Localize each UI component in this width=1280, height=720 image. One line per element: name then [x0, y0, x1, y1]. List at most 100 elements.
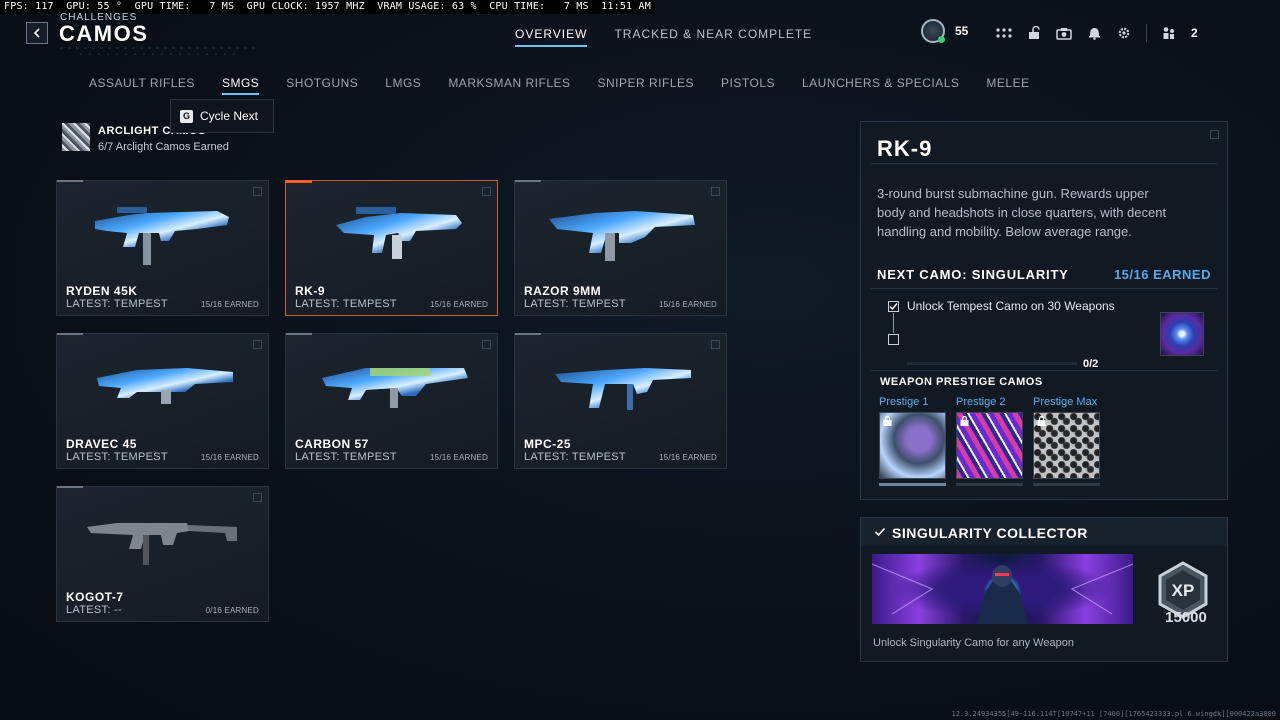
chevron-left-icon	[33, 28, 40, 38]
camera-icon[interactable]	[1056, 25, 1072, 41]
prestige-2-camo[interactable]: Prestige 2	[956, 396, 1023, 486]
weapon-latest-camo: LATEST: --	[66, 604, 122, 616]
weapon-earned-count: 15/16 EARNED	[430, 453, 488, 462]
weapon-earned-count: 15/16 EARNED	[659, 453, 717, 462]
tab-overview[interactable]: OVERVIEW	[515, 27, 588, 47]
tooltip-label: Cycle Next	[200, 109, 259, 123]
lock-icon	[960, 416, 969, 426]
prestige-bar	[1033, 483, 1100, 486]
tab-assault-rifles[interactable]: ASSAULT RIFLES	[89, 76, 195, 95]
requirement-progress-bar	[907, 362, 1077, 365]
requirement-progress: 0/2	[1083, 358, 1099, 370]
next-camo-label: NEXT CAMO: SINGULARITY	[877, 267, 1069, 282]
card-corner-marker	[253, 340, 262, 349]
divider	[871, 370, 1217, 371]
player-level: 55	[955, 24, 969, 38]
smg-image	[322, 368, 468, 408]
weapon-latest-camo: LATEST: TEMPEST	[295, 451, 397, 463]
prestige-max-camo[interactable]: Prestige Max	[1033, 396, 1100, 486]
tab-melee[interactable]: MELEE	[986, 76, 1029, 95]
weapon-name: RK-9	[295, 284, 326, 298]
requirement-checkbox-empty	[888, 334, 899, 345]
party-icon[interactable]	[1161, 25, 1177, 41]
arclight-camo-thumbnail	[62, 123, 90, 151]
prestige-bar	[956, 483, 1023, 486]
smg-image	[95, 207, 229, 265]
tab-shotguns[interactable]: SHOTGUNS	[286, 76, 358, 95]
weapon-earned-count: 0/16 EARNED	[205, 606, 259, 615]
weapon-latest-camo: LATEST: TEMPEST	[295, 298, 397, 310]
tab-smgs[interactable]: SMGS	[221, 76, 260, 95]
party-count: 2	[1191, 26, 1198, 40]
weapon-card-rk-9[interactable]: RK-9 LATEST: TEMPEST 15/16 EARNED	[285, 180, 498, 316]
requirement-checkbox-checked	[888, 301, 899, 312]
weapon-name: CARBON 57	[295, 437, 369, 451]
category-tabs: ASSAULT RIFLES SMGS SHOTGUNS LMGS MARKSM…	[89, 76, 1030, 95]
weapon-name: KOGOT-7	[66, 590, 124, 604]
smg-image	[549, 211, 695, 261]
panel-corner-marker	[1210, 130, 1219, 139]
weapon-latest-camo: LATEST: TEMPEST	[524, 451, 626, 463]
avatar[interactable]	[921, 19, 945, 43]
requirement-text: Unlock Tempest Camo on 30 Weapons	[907, 299, 1115, 313]
card-corner-marker	[482, 340, 491, 349]
weapon-card-kogot-7[interactable]: KOGOT-7 LATEST: -- 0/16 EARNED	[56, 486, 269, 622]
player-info[interactable]: 55	[921, 19, 968, 43]
weapon-name: MPC-25	[524, 437, 572, 451]
tab-pistols[interactable]: PISTOLS	[721, 76, 775, 95]
prestige-1-camo[interactable]: Prestige 1	[879, 396, 946, 486]
check-icon	[889, 303, 898, 311]
key-prompt: G	[180, 109, 193, 123]
weapon-detail-panel: RK-9 3-round burst submachine gun. Rewar…	[860, 121, 1228, 500]
weapon-earned-count: 15/16 EARNED	[201, 300, 259, 309]
prestige-camo-image	[956, 412, 1023, 479]
top-tabs: OVERVIEW TRACKED & NEAR COMPLETE	[515, 27, 812, 47]
gear-icon[interactable]	[1116, 25, 1132, 41]
smg-image	[555, 368, 691, 410]
lock-icon	[1037, 416, 1046, 426]
collector-description: Unlock Singularity Camo for any Weapon	[873, 637, 1074, 649]
prestige-camo-image	[879, 412, 946, 479]
smg-image	[87, 523, 237, 565]
weapon-card-ryden-45k[interactable]: RYDEN 45K LATEST: TEMPEST 15/16 EARNED	[56, 180, 269, 316]
bell-icon[interactable]	[1086, 25, 1102, 41]
card-corner-marker	[711, 340, 720, 349]
cycle-next-tooltip: G Cycle Next	[170, 99, 274, 133]
header-decoration	[60, 47, 260, 55]
card-corner-marker	[253, 493, 262, 502]
tab-tracked-near-complete[interactable]: TRACKED & NEAR COMPLETE	[614, 27, 812, 47]
weapon-name: DRAVEC 45	[66, 437, 137, 451]
calling-card-figure	[872, 563, 1133, 624]
weapon-latest-camo: LATEST: TEMPEST	[66, 298, 168, 310]
tab-lmgs[interactable]: LMGS	[385, 76, 421, 95]
arclight-subtitle: 6/7 Arclight Camos Earned	[98, 141, 229, 153]
hud-separator	[1146, 24, 1147, 42]
grid-menu-icon[interactable]	[996, 25, 1012, 41]
singularity-collector-panel[interactable]: SINGULARITY COLLECTOR XP 15000 Unlock Si…	[860, 517, 1228, 662]
weapon-name: RAZOR 9MM	[524, 284, 602, 298]
weapon-latest-camo: LATEST: TEMPEST	[524, 298, 626, 310]
unlock-icon[interactable]	[1026, 25, 1042, 41]
prestige-label: Prestige Max	[1033, 396, 1098, 408]
collector-title: SINGULARITY COLLECTOR	[892, 525, 1088, 541]
page-title: CAMOS	[59, 21, 149, 46]
weapon-card-mpc-25[interactable]: MPC-25 LATEST: TEMPEST 15/16 EARNED	[514, 333, 727, 469]
prestige-label: Prestige 2	[956, 396, 1006, 408]
weapon-card-carbon-57[interactable]: CARBON 57 LATEST: TEMPEST 15/16 EARNED	[285, 333, 498, 469]
tab-sniper-rifles[interactable]: SNIPER RIFLES	[598, 76, 695, 95]
check-icon	[874, 527, 886, 537]
calling-card-image	[872, 554, 1133, 624]
weapon-earned-count: 15/16 EARNED	[201, 453, 259, 462]
weapon-card-dravec-45[interactable]: DRAVEC 45 LATEST: TEMPEST 15/16 EARNED	[56, 333, 269, 469]
xp-label: XP	[1172, 581, 1195, 600]
xp-value: 15000	[1165, 609, 1207, 626]
tab-marksman-rifles[interactable]: MARKSMAN RIFLES	[448, 76, 570, 95]
card-corner-marker	[711, 187, 720, 196]
back-button[interactable]	[26, 22, 48, 44]
weapon-card-razor-9mm[interactable]: RAZOR 9MM LATEST: TEMPEST 15/16 EARNED	[514, 180, 727, 316]
card-corner-marker	[253, 187, 262, 196]
weapon-latest-camo: LATEST: TEMPEST	[66, 451, 168, 463]
singularity-camo-thumbnail[interactable]	[1160, 312, 1204, 356]
tab-launchers-specials[interactable]: LAUNCHERS & SPECIALS	[802, 76, 959, 95]
weapon-name: RYDEN 45K	[66, 284, 138, 298]
